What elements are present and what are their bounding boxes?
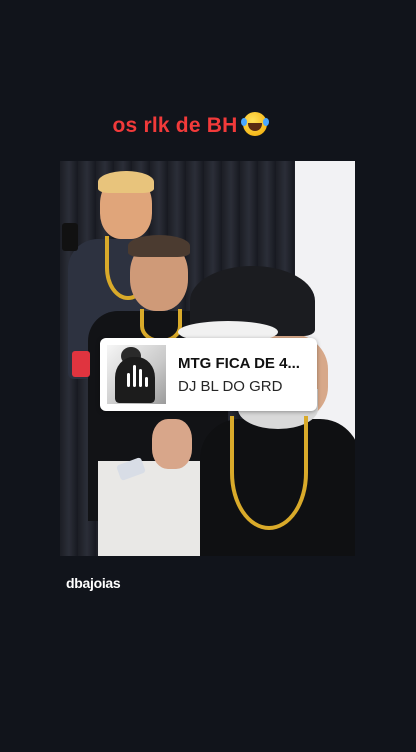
audio-bars-icon [127, 363, 148, 387]
pointing-hand [152, 419, 192, 469]
username-watermark: dbajoias [66, 575, 121, 591]
track-artist: DJ BL DO GRD [178, 378, 283, 395]
caption-text: os rlk de BH [112, 114, 238, 137]
track-title: MTG FICA DE 4... [178, 355, 300, 372]
phone-icon [72, 351, 90, 377]
laughing-emoji-icon [241, 112, 270, 136]
album-cover [107, 345, 166, 404]
music-sticker[interactable]: MTG FICA DE 4... DJ BL DO GRD [100, 338, 317, 411]
story-caption: os rlk de BH [0, 112, 380, 138]
person-center-hair [128, 235, 190, 257]
person-left-hair [98, 171, 154, 193]
gold-chain [230, 416, 308, 530]
phone-icon [62, 223, 78, 251]
